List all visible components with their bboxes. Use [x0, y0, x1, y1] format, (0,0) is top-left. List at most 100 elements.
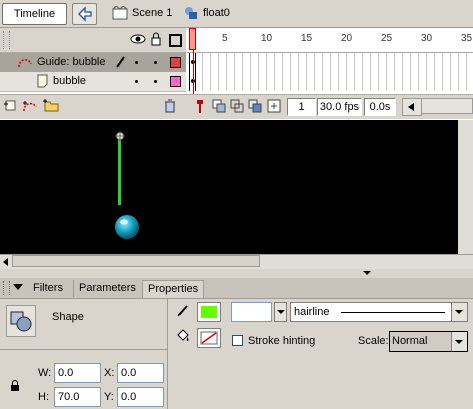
edit-multiple-frames-icon[interactable] — [248, 99, 263, 113]
stroke-color-picker[interactable] — [197, 302, 221, 322]
stroke-hinting-checkbox[interactable] — [232, 335, 243, 346]
edit-bar — [0, 0, 473, 28]
divider — [167, 299, 168, 409]
outline-icon[interactable] — [169, 34, 182, 47]
visibility-dot[interactable] — [135, 61, 138, 64]
pencil-icon — [177, 305, 188, 317]
stroke-preview-line — [341, 312, 445, 313]
paint-bucket-icon — [177, 329, 189, 341]
scene-breadcrumb[interactable]: Scene 1 — [132, 7, 172, 19]
chevron-down-icon — [455, 310, 463, 314]
tab-parameters[interactable]: Parameters — [73, 280, 141, 297]
stage-canvas[interactable] — [0, 120, 458, 254]
panel-splitter[interactable] — [0, 269, 473, 278]
horizontal-scroll-thumb[interactable] — [12, 255, 260, 267]
x-label: X: — [104, 367, 115, 379]
stroke-weight-dropdown[interactable] — [274, 302, 287, 322]
ruler-label: 5 — [222, 33, 228, 44]
divider — [0, 349, 167, 350]
layer-color-swatch[interactable] — [170, 76, 181, 87]
playhead[interactable] — [189, 28, 196, 50]
center-frame-icon[interactable] — [196, 99, 204, 114]
layer-row-guide[interactable]: Guide: bubble — [0, 53, 186, 72]
chevron-down-icon — [277, 310, 285, 314]
no-color-icon — [200, 331, 218, 345]
insert-folder-icon[interactable] — [42, 98, 60, 113]
panel-tabbar: Filters Parameters Properties — [0, 278, 473, 299]
height-label: H: — [38, 391, 49, 403]
elapsed-time-field[interactable]: 0.0s — [364, 98, 396, 116]
scale-label: Scale: — [358, 335, 389, 347]
symbol-breadcrumb[interactable]: float0 — [203, 7, 230, 19]
visibility-dot[interactable] — [135, 80, 138, 83]
ruler-label: 20 — [341, 33, 353, 44]
timeline-toolbar: 1 30.0 fps 0.0s — [0, 94, 473, 119]
y-field[interactable]: 0.0 — [117, 387, 164, 407]
ruler-label: 25 — [381, 33, 393, 44]
height-field[interactable]: 70.0 — [54, 387, 101, 407]
panel-collapse-icon[interactable] — [13, 284, 23, 290]
layer-header — [0, 28, 186, 53]
eye-icon[interactable] — [130, 33, 146, 45]
layer-name[interactable]: bubble — [53, 75, 86, 87]
layer-row-bubble[interactable]: bubble — [0, 72, 186, 92]
panel-grip[interactable] — [3, 31, 10, 49]
arrow-left-icon — [408, 103, 414, 111]
frame-rate-field[interactable]: 30.0 fps — [317, 98, 362, 116]
onion-skin-icon[interactable] — [212, 99, 227, 113]
object-type-label: Shape — [52, 311, 84, 323]
stroke-weight-field[interactable] — [231, 302, 272, 322]
ruler-label: 35 — [461, 33, 473, 44]
stroke-hinting-label: Stroke hinting — [248, 335, 316, 347]
ruler-label: 30 — [421, 33, 433, 44]
shape-type-icon — [6, 305, 36, 337]
bubble-shape[interactable] — [114, 214, 142, 242]
onion-skin-outlines-icon[interactable] — [230, 99, 245, 113]
trash-icon[interactable] — [163, 98, 177, 114]
back-arrow-icon — [78, 6, 92, 22]
collapse-arrow-icon[interactable] — [363, 271, 371, 275]
pencil-icon — [116, 56, 125, 68]
tab-properties[interactable]: Properties — [142, 280, 205, 298]
arrow-left-icon[interactable] — [3, 258, 8, 266]
width-label: W: — [38, 367, 52, 379]
timeline-button[interactable]: Timeline — [2, 3, 67, 25]
add-motion-guide-icon[interactable] — [22, 99, 40, 113]
stroke-style-select[interactable]: hairline — [290, 302, 468, 322]
tab-filters[interactable]: Filters — [28, 280, 68, 297]
ruler-label: 15 — [301, 33, 313, 44]
panel-grip[interactable] — [3, 281, 10, 295]
properties-panel: Shape hairline Stroke hinting Scale: Nor… — [0, 299, 473, 409]
stroke-color-swatch — [201, 306, 217, 318]
chevron-down-icon — [455, 340, 463, 344]
layer-icon — [37, 74, 48, 88]
width-field[interactable]: 0.0 — [54, 363, 101, 383]
lock-icon[interactable] — [150, 32, 162, 46]
scroll-left-button[interactable] — [402, 98, 422, 116]
layer-name[interactable]: Guide: bubble — [37, 56, 106, 68]
motion-guide-path[interactable] — [118, 135, 121, 205]
vertical-scrollbar[interactable] — [458, 120, 473, 254]
current-frame-field[interactable]: 1 — [287, 98, 316, 116]
stroke-style-value: hairline — [294, 306, 330, 318]
lock-dot[interactable] — [154, 80, 157, 83]
insert-layer-icon[interactable] — [3, 99, 19, 113]
scale-select[interactable]: Normal — [389, 331, 468, 352]
layer-color-swatch[interactable] — [170, 57, 181, 68]
ruler-label: 10 — [261, 33, 273, 44]
frame-ruler[interactable]: 1 5 10 15 20 25 30 35 — [187, 28, 473, 53]
x-field[interactable]: 0.0 — [117, 363, 164, 383]
scene-icon — [112, 6, 128, 20]
back-button[interactable] — [72, 3, 97, 25]
registration-point-icon — [115, 131, 125, 141]
playhead-line — [193, 50, 194, 94]
graphic-symbol-icon — [185, 7, 197, 19]
frame-scrollbar[interactable] — [421, 98, 473, 114]
lock-dot[interactable] — [154, 61, 157, 64]
scale-value: Normal — [392, 335, 428, 347]
fill-color-picker[interactable] — [197, 328, 221, 348]
frame-grid[interactable] — [187, 53, 473, 91]
lock-icon[interactable] — [10, 380, 20, 392]
motion-guide-icon — [18, 59, 32, 68]
modify-onion-markers-icon[interactable] — [267, 99, 282, 113]
